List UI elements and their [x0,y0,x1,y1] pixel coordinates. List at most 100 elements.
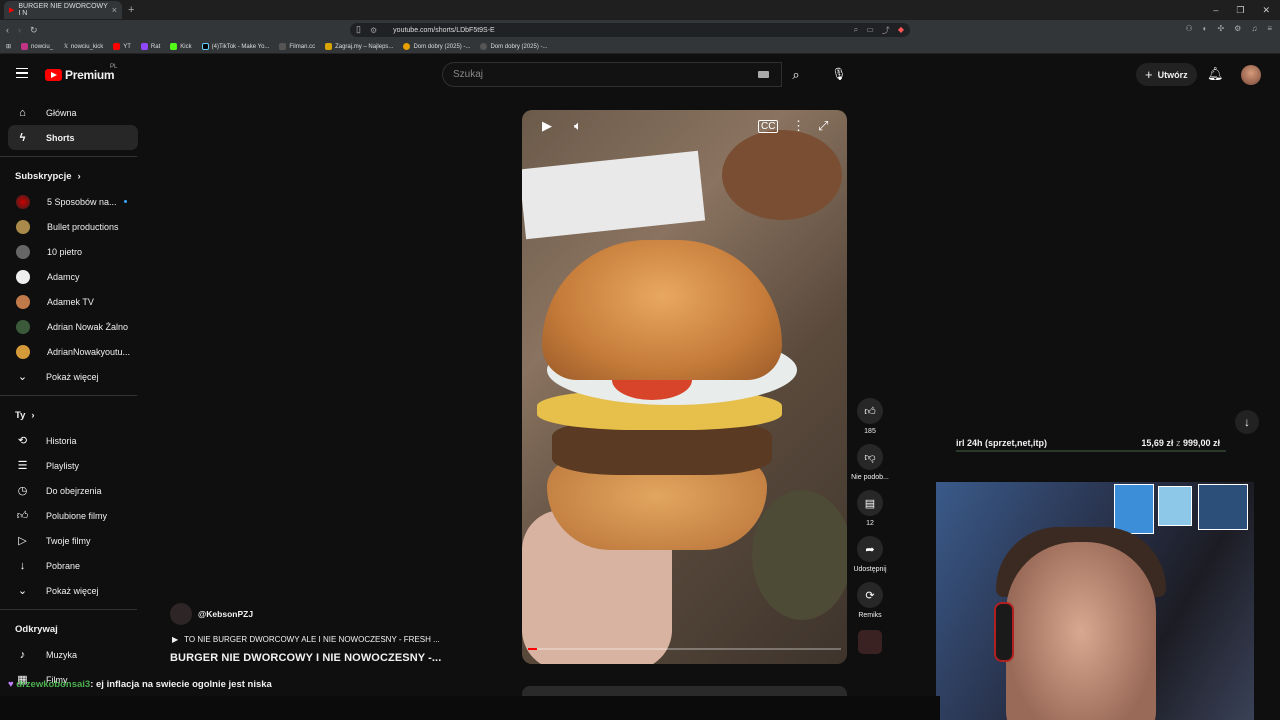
brave-shield-icon[interactable]: ◆ [898,25,904,36]
short-meta: @KebsonPZJ ▶ TO NIE BURGER DWORCOWY ALE I… [170,603,510,664]
captions-icon[interactable]: CC [758,120,779,133]
sidebar-item-subscription[interactable]: Adamcy [8,264,138,289]
show-more-you[interactable]: ⌄ Pokaż więcej [8,578,138,603]
show-more-subscriptions[interactable]: ⌄ Pokaż więcej [8,364,138,389]
menu-icon[interactable] [16,68,28,78]
forward-icon[interactable]: › [18,25,21,35]
short-video-player[interactable]: ▶ 🔈︎ CC ⋮ ⤢ [522,110,847,664]
sidebar-item-playlists[interactable]: ☰ Playlisty [8,453,138,478]
apps-grid-icon[interactable]: ⊞ [6,43,11,50]
youtube-favicon-icon: ▶ [9,7,15,14]
voice-search-button[interactable]: 🎙︎ [828,63,850,85]
create-button[interactable]: + Utwórz [1136,63,1197,86]
more-options-icon[interactable]: ⋮ [792,118,805,134]
bookmark-item[interactable]: Kick [170,43,192,50]
subscriptions-heading[interactable]: Subskrypcje › [8,163,138,189]
share-action[interactable]: ➦ Udostępnij [853,536,887,573]
short-actions: 👍︎ 185 👎︎ Nie podob... ▤ 12 ➦ Udostępnij ⟳ Re… [849,398,891,654]
window-controls: – ❐ ✕ [1213,5,1280,16]
dislike-action[interactable]: 👎︎ Nie podob... [851,444,889,481]
sidebar-item-liked[interactable]: 👍︎ Polubione filmy [8,503,138,528]
sidebar-item-shorts[interactable]: ϟ Shorts [8,125,138,150]
close-window-icon[interactable]: ✕ [1262,5,1270,16]
extension-icon[interactable]: ⚙ [1234,24,1241,33]
sidebar-item-subscription[interactable]: Adrian Nowak Żalno [8,314,138,339]
zoom-icon[interactable]: ⌕ [854,25,858,36]
remix-action[interactable]: ⟳ Remiks [857,582,883,619]
minimize-icon[interactable]: – [1213,5,1218,16]
short-title: BURGER NIE DWORCOWY I NIE NOWOCZESNY -..… [170,652,442,664]
you-heading[interactable]: Ty › [8,402,138,428]
channel-row[interactable]: @KebsonPZJ [170,603,510,625]
sound-thumbnail[interactable] [858,630,882,654]
account-avatar[interactable] [1241,65,1261,85]
bookmark-item[interactable]: nowciu_ [21,43,53,50]
screenshot-icon[interactable]: ▭ [866,25,874,36]
bookmark-item[interactable]: Dom dobry (2025) -... [480,43,548,50]
bookmark-item[interactable]: YT [113,43,131,50]
extension-icon[interactable]: ◐ [1203,24,1208,33]
music-icon[interactable]: ♫ [1251,24,1257,33]
sidebar-item-subscription[interactable]: 5 Sposobów na... [8,189,138,214]
thumbs-up-icon: 👍︎ [16,510,29,522]
channel-avatar [16,269,30,284]
home-icon: ⌂ [19,106,26,119]
comments-action[interactable]: ▤ 12 [857,490,883,527]
back-icon[interactable]: ‹ [6,25,9,35]
extension-icon[interactable]: ⚇ [1185,24,1192,33]
bun-top [542,240,782,380]
site-settings-icon[interactable]: ⚙ [370,26,377,35]
playlist-icon: ☰ [17,460,28,472]
channel-avatar [16,219,30,234]
channel-avatar [16,344,30,359]
fullscreen-icon[interactable]: ⤢ [818,118,828,134]
sidebar-item-downloads[interactable]: ↓ Pobrane [8,553,138,578]
sidebar-item-your-videos[interactable]: ▷ Twoje filmy [8,528,138,553]
plus-icon: + [1145,67,1153,82]
bookmark-icon[interactable]: ▯ [356,24,361,35]
sidebar-item-history[interactable]: ⟲ Historia [8,428,138,453]
menu-icon[interactable]: ≡ [1267,24,1272,33]
sidebar-item-subscription[interactable]: AdrianNowakyoutu... [8,339,138,364]
sidebar-item-subscription[interactable]: 10 pietro [8,239,138,264]
sidebar-item-subscription[interactable]: Adamek TV [8,289,138,314]
share-icon[interactable]: ⤴ [882,25,890,36]
channel-avatar[interactable] [170,603,192,625]
playlist-link[interactable]: ▶ TO NIE BURGER DWORCOWY ALE I NIE NOWOCZ… [172,635,510,644]
youtube-logo[interactable]: Premium PL [45,64,117,82]
remix-icon[interactable]: ⟳ [857,582,883,608]
video-icon: ▷ [18,535,27,547]
next-short-button[interactable]: ↓ [1235,410,1259,434]
extension-icon[interactable]: ✣ [1217,24,1224,33]
close-tab-icon[interactable]: × [112,5,117,15]
like-action[interactable]: 👍︎ 185 [857,398,883,435]
divider [0,156,137,157]
sidebar-item-watch-later[interactable]: ◷ Do obejrzenia [8,478,138,503]
search-button[interactable]: ⌕ [782,62,810,87]
keyboard-icon[interactable] [758,71,769,78]
new-tab-icon[interactable]: + [128,4,134,16]
bookmark-item[interactable]: Dom dobry (2025) -... [403,43,470,50]
sidebar-item-music[interactable]: ♪ Muzyka [8,642,138,667]
thumbs-down-icon[interactable]: 👎︎ [857,444,883,470]
notifications-bell-icon[interactable]: 🔔︎ [1207,66,1224,82]
share-icon[interactable]: ➦ [856,536,883,562]
bookmark-item[interactable]: Filman.cc [279,43,315,50]
sidebar-item-subscription[interactable]: Bullet productions [8,214,138,239]
bookmark-item[interactable]: (4)TikTok - Make Yo... [201,43,269,50]
url-field[interactable]: ⚙ youtube.com/shorts/LDbF5t9S-E ⌕ ▭ ⤴ ◆ [350,23,910,37]
sidebar-item-home[interactable]: ⌂ Główna [8,100,138,125]
reload-icon[interactable]: ↻ [30,25,38,36]
comment-icon[interactable]: ▤ [857,490,883,516]
volume-icon[interactable]: 🔈︎ [574,118,582,134]
bookmark-item[interactable]: Zagraj.my – Najleps... [325,43,393,50]
thumbs-up-icon[interactable]: 👍︎ [857,398,883,424]
search-input[interactable]: Szukaj [442,62,782,87]
restore-icon[interactable]: ❐ [1236,5,1244,16]
progress-fill [528,648,538,650]
browser-tab[interactable]: ▶ BURGER NIE DWORCOWY I N × [4,1,122,19]
play-icon[interactable]: ▶ [542,118,552,134]
video-progress-bar[interactable] [528,648,841,650]
bookmark-item[interactable]: Rat [140,43,160,50]
bookmark-item[interactable]: 𝕏nowciu_kick [63,43,103,51]
